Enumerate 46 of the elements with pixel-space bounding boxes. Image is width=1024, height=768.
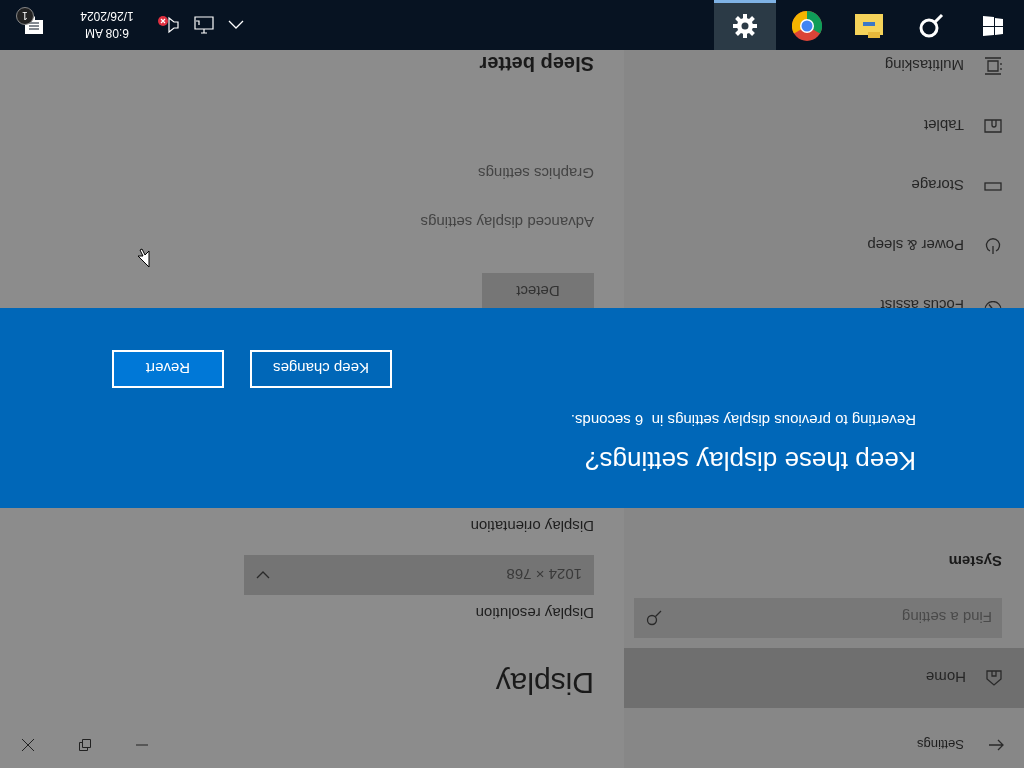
clock-date[interactable]: 1/26/2024 [80, 9, 134, 24]
notification-badge: 1 [16, 7, 34, 25]
cursor-icon [136, 248, 150, 268]
detect-button[interactable]: Detect [482, 273, 594, 311]
notification-button[interactable]: 1 [16, 7, 52, 43]
windows-icon [983, 16, 1003, 37]
window-title: Settings [917, 737, 964, 753]
nav-item[interactable]: Power & sleep [624, 216, 1024, 276]
page-title: Display [494, 666, 594, 700]
taskbar-button[interactable] [714, 0, 776, 50]
home-item[interactable]: Home [624, 648, 1024, 708]
volume-icon[interactable] [156, 15, 180, 35]
section-heading: Sleep better [478, 52, 594, 75]
nav-label: Power & sleep [867, 237, 964, 255]
dialog-button[interactable]: Revert [112, 350, 224, 388]
chrome-icon [792, 11, 822, 42]
dialog-message: Reverting to previous display settings in 6 seconds. [569, 412, 916, 429]
nav-label: Tablet [923, 117, 964, 135]
settings-link[interactable]: Graphics settings [0, 165, 594, 182]
nav-item[interactable]: Multitasking [624, 50, 1024, 96]
field-label: Display resolution [474, 605, 594, 622]
chevron-icon[interactable] [228, 20, 244, 30]
chevron-icon [256, 571, 270, 579]
nav-item[interactable]: Storage [624, 156, 1024, 216]
dialog-button[interactable]: Keep changes [250, 350, 392, 388]
folder-icon [855, 14, 883, 39]
settings-link[interactable]: Advanced display settings [0, 214, 594, 231]
dialog-title: Keep these display settings? [584, 445, 916, 476]
section-heading: System [947, 553, 1002, 570]
home-icon [986, 670, 1002, 686]
search-icon [646, 610, 662, 626]
nav-label: Multitasking [884, 57, 964, 75]
resolution-dropdown[interactable]: 1024 × 768 [244, 555, 594, 595]
clock-time[interactable]: 6:08 AM [85, 26, 129, 41]
back-arrow-icon[interactable] [988, 739, 1004, 751]
settings-icon [733, 14, 757, 39]
drive-icon [984, 181, 1002, 191]
nav-label: Storage [911, 177, 964, 195]
power-icon [984, 237, 1002, 255]
nav-item[interactable]: Tablet [624, 96, 1024, 156]
search-icon [918, 13, 944, 40]
home-label: Home [926, 669, 966, 687]
dial-icon [984, 301, 1002, 311]
field-label: Display orientation [469, 518, 594, 535]
multitasking-icon [984, 57, 1002, 75]
tablet-icon [984, 117, 1002, 135]
